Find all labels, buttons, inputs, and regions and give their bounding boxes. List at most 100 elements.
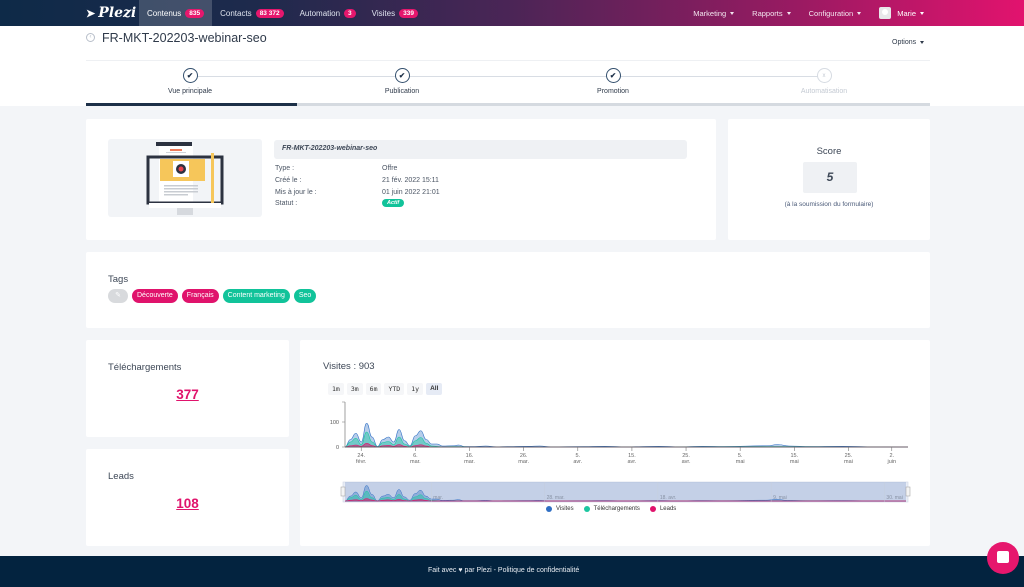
back-icon[interactable]: ‹ <box>86 33 95 42</box>
legend-dot <box>546 506 552 512</box>
chat-launcher-button[interactable] <box>987 542 1019 574</box>
avatar <box>879 7 892 19</box>
brand-name: Plezi <box>98 5 137 21</box>
menu-marketing[interactable]: Marketing <box>693 9 735 18</box>
status-field: Actif <box>382 199 405 207</box>
navigator-label: 18. avr. <box>660 495 676 501</box>
tag-chip[interactable]: Content marketing <box>222 289 290 303</box>
legend-dot <box>583 506 590 512</box>
top-navbar: ➤ Plezi Contenus 835 Contacts 83 372 Aut… <box>0 0 1024 26</box>
tags-card: Tags ✎ Découverte Français Content marke… <box>86 252 930 328</box>
check-icon: ✔ <box>605 68 621 83</box>
navigator-label: 9. mai <box>773 495 787 501</box>
nav-tab-visites[interactable]: Visites 339 <box>364 0 426 26</box>
count-badge: 3 <box>344 8 356 18</box>
check-icon: ✔ <box>182 68 198 83</box>
score-value: 5 <box>803 162 857 193</box>
nav-tabs: Contenus 835 Contacts 83 372 Automation … <box>139 0 426 26</box>
count-badge: 339 <box>399 8 418 18</box>
legend-dot <box>649 506 656 512</box>
legend-item-leads[interactable]: Leads <box>649 506 677 512</box>
chat-icon <box>997 551 1009 563</box>
step-promotion[interactable]: ✔ Promotion <box>553 68 673 95</box>
menu-rapports[interactable]: Rapports <box>752 8 791 18</box>
nav-tab-contacts[interactable]: Contacts 83 372 <box>212 0 291 26</box>
score-subtitle: (à la soumission du formulaire) <box>784 201 874 208</box>
leads-title: Leads <box>108 471 134 482</box>
status-badge: Actif <box>382 199 405 207</box>
tag-chip[interactable]: Découverte <box>132 289 178 303</box>
step-publication[interactable]: ✔ Publication <box>342 68 462 95</box>
y-tick-label: 100 <box>330 420 339 426</box>
nav-tab-label: Contenus <box>147 8 182 18</box>
content-info-card: FR-MKT-202203-webinar-seo Type : Offre C… <box>86 119 716 240</box>
options-dropdown[interactable]: Options <box>892 39 925 46</box>
legend-label: Leads <box>659 506 677 512</box>
nav-right: Marketing Rapports Configuration Marie <box>675 0 924 26</box>
step-vue-principale[interactable]: ✔ Vue principale <box>130 68 250 95</box>
navigator-label: 30. mai <box>886 495 902 501</box>
stepper-line <box>190 76 822 77</box>
visits-chart[interactable]: 010024.févr.6.mar.16.mar.26.mar.5.avr.15… <box>300 340 930 546</box>
options-label: Options <box>892 39 917 46</box>
x-tick-label-month: mai <box>844 459 853 465</box>
field-label: Mis à jour le : <box>275 189 317 196</box>
field-label: Type : <box>275 165 295 172</box>
field-created-value: 21 fév. 2022 15:11 <box>382 177 439 184</box>
downloads-value-link[interactable]: 377 <box>86 387 289 402</box>
nav-tab-contenus[interactable]: Contenus 835 <box>139 0 213 26</box>
nav-tab-automation[interactable]: Automation 3 <box>292 0 364 26</box>
tag-chip[interactable]: Français <box>181 289 219 303</box>
pencil-icon: ✎ <box>115 292 121 299</box>
footer-privacy-link[interactable]: par Plezi - Politique de confidentialité <box>464 567 579 574</box>
x-tick-label-month: avr. <box>573 459 582 465</box>
leads-value-link[interactable]: 108 <box>86 496 289 511</box>
close-icon: x <box>816 68 832 83</box>
plezi-logo[interactable]: ➤ Plezi <box>86 5 136 21</box>
step-label: Vue principale <box>167 88 213 95</box>
step-label: Publication <box>384 88 420 95</box>
step-progress-track <box>86 103 930 106</box>
x-tick-label-month: févr. <box>356 459 367 465</box>
navigator-right-handle[interactable] <box>905 486 911 497</box>
x-tick-label-month: juin <box>886 459 896 465</box>
legend-item-visites[interactable]: Visites <box>546 506 574 512</box>
monitor-illustration-icon <box>146 142 224 215</box>
count-badge: 835 <box>185 8 205 18</box>
navigator-left-handle[interactable] <box>340 486 346 497</box>
downloads-title: Téléchargements <box>108 362 182 373</box>
score-title: Score <box>816 146 842 157</box>
field-label: Statut : <box>275 200 298 207</box>
field-label: Créé le : <box>275 177 302 184</box>
caret-down-icon <box>920 41 925 44</box>
series-area-téléchargements <box>344 431 909 448</box>
content-name: FR-MKT-202203-webinar-seo <box>274 140 687 159</box>
score-card: Score 5 (à la soumission du formulaire) <box>728 119 930 240</box>
legend-label: Téléchargements <box>593 506 640 512</box>
page-title: FR-MKT-202203-webinar-seo <box>102 31 267 45</box>
x-tick-label-month: mai <box>736 459 745 465</box>
tag-chip[interactable]: Seo <box>293 289 317 303</box>
y-tick-label: 0 <box>336 445 339 451</box>
heart-icon: ♥ <box>458 567 463 574</box>
chart-legend: Visites Téléchargements Leads <box>546 506 686 512</box>
edit-tags-button[interactable]: ✎ <box>108 289 128 303</box>
navigator-label: mar. <box>433 495 443 501</box>
tag-list: ✎ Découverte Français Content marketing … <box>108 289 320 303</box>
header-divider <box>86 60 930 61</box>
nav-tab-label: Automation <box>299 8 341 18</box>
x-tick-label-month: avr. <box>682 459 691 465</box>
step-label: Automatisation <box>800 88 848 95</box>
caret-down-icon <box>730 11 735 15</box>
menu-configuration[interactable]: Configuration <box>809 9 862 18</box>
step-automatisation[interactable]: x Automatisation <box>764 68 884 95</box>
user-menu[interactable]: Marie <box>879 7 924 19</box>
menu-label: Rapports <box>752 8 783 18</box>
x-tick-label-month: mar. <box>464 459 475 465</box>
downloads-card: Téléchargements 377 <box>86 340 289 437</box>
legend-item-telechargements[interactable]: Téléchargements <box>583 506 640 512</box>
footer-text: Fait avec ♥ par Plezi - Politique de con… <box>428 567 579 574</box>
footer: Fait avec ♥ par Plezi - Politique de con… <box>0 556 1024 587</box>
caret-down-icon <box>857 11 862 15</box>
user-name: Marie <box>897 8 916 18</box>
